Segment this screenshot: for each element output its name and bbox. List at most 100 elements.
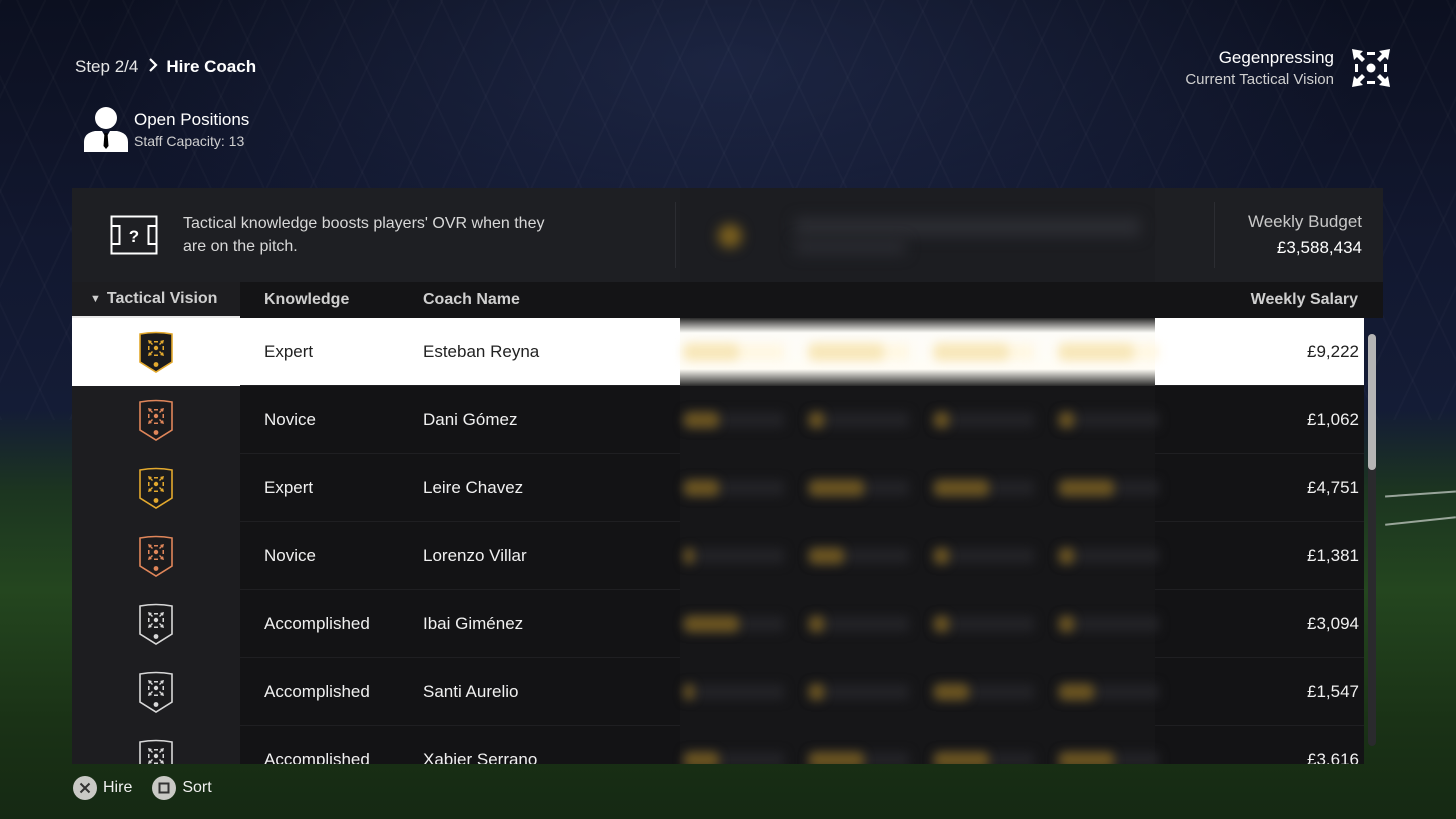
- weekly-budget-label: Weekly Budget: [1247, 212, 1362, 231]
- hidden-stat-fill: [1059, 344, 1134, 360]
- hidden-stat-fill: [809, 344, 884, 360]
- hidden-stat-bar: [934, 412, 1034, 428]
- hidden-stat-fill: [1059, 548, 1074, 564]
- hidden-stat-bar: [809, 752, 909, 764]
- scrollbar-thumb[interactable]: [1368, 334, 1376, 470]
- tactical-vision-badge-icon: [139, 331, 173, 373]
- hidden-stat-bar: [684, 344, 784, 360]
- hidden-stat-fill: [809, 616, 824, 632]
- hidden-stats-row: [680, 454, 1159, 522]
- gegenpressing-icon: [1352, 49, 1390, 87]
- tactical-vision-cell: [72, 386, 240, 454]
- hidden-stat-bar: [1059, 412, 1159, 428]
- hidden-stat-bar: [684, 752, 784, 764]
- square-button-icon: [152, 776, 177, 800]
- coach-knowledge: Expert: [264, 342, 314, 361]
- column-header-tactical-vision: Tactical Vision: [106, 290, 218, 307]
- hidden-stat-bar: [934, 752, 1034, 764]
- hidden-stats-row: [680, 386, 1159, 454]
- hidden-stat-fill: [1059, 480, 1114, 496]
- tactical-vision-cell: [72, 454, 240, 522]
- coach-salary: £1,381: [1307, 546, 1359, 565]
- coach-salary: £3,094: [1307, 614, 1359, 633]
- hire-button[interactable]: Hire: [73, 776, 132, 800]
- hidden-stat-bar: [684, 412, 784, 428]
- hidden-stat-fill: [809, 684, 824, 700]
- hidden-stat-bar: [1059, 752, 1159, 764]
- hidden-stats-row: [680, 590, 1159, 658]
- hidden-stat-bar: [1059, 684, 1159, 700]
- coach-knowledge: Expert: [264, 478, 314, 497]
- coach-knowledge: Novice: [264, 410, 316, 429]
- hidden-stat-track: [1059, 412, 1159, 428]
- hidden-stat-track: [809, 616, 909, 632]
- hidden-stat-fill: [684, 548, 694, 564]
- hidden-stat-fill: [684, 480, 719, 496]
- open-positions-title: Open Positions: [134, 109, 250, 129]
- staff-capacity: Staff Capacity: 13: [134, 132, 245, 149]
- coach-knowledge: Accomplished: [264, 682, 370, 701]
- coach-name: Leire Chavez: [423, 478, 524, 497]
- hidden-stat-track: [934, 616, 1034, 632]
- coach-name: Dani Gómez: [423, 410, 518, 429]
- hidden-stat-fill: [1059, 412, 1074, 428]
- tactical-vision-cell: [72, 590, 240, 658]
- hidden-stat-bar: [934, 344, 1034, 360]
- hidden-stat-bar: [934, 616, 1034, 632]
- tactic-label: Current Tactical Vision: [1185, 71, 1334, 88]
- hidden-stat-bar: [809, 344, 909, 360]
- hidden-stat-track: [809, 684, 909, 700]
- hidden-stat-bar: [809, 684, 909, 700]
- coach-knowledge: Accomplished: [264, 614, 370, 633]
- coach-name: Santi Aurelio: [423, 682, 519, 701]
- coach-name: Ibai Giménez: [423, 614, 524, 633]
- hidden-stat-track: [684, 684, 784, 700]
- cross-button-icon: [73, 776, 97, 800]
- hidden-stats-region: [680, 188, 1159, 764]
- hidden-stat-fill: [1059, 616, 1074, 632]
- hidden-stat-bar: [684, 548, 784, 564]
- hidden-stat-bar: [684, 684, 784, 700]
- pitch-marking: [1385, 490, 1456, 498]
- hire-label: Hire: [103, 779, 133, 796]
- hidden-stat-bar: [809, 616, 909, 632]
- tactic-name: Gegenpressing: [1218, 48, 1334, 67]
- hidden-stat-fill: [809, 548, 844, 564]
- tactical-vision-badge-icon: [139, 739, 173, 764]
- hidden-stat-bar: [1059, 480, 1159, 496]
- sort-tactical-vision-header[interactable]: ▼ Tactical Vision: [72, 282, 240, 318]
- hidden-header: [680, 188, 1155, 282]
- hidden-stat-fill: [684, 752, 719, 764]
- open-positions: Open Positions Staff Capacity: 13: [83, 106, 249, 152]
- hidden-stat-track: [934, 412, 1034, 428]
- hidden-stat-bar: [684, 480, 784, 496]
- hidden-stat-fill: [934, 344, 1009, 360]
- hidden-stat-track: [684, 548, 784, 564]
- hidden-stat-track: [934, 548, 1034, 564]
- tactical-vision-badge-icon: [139, 467, 173, 509]
- column-header-coach-name[interactable]: Coach Name: [423, 291, 520, 309]
- sort-descending-icon: ▼: [90, 293, 101, 305]
- column-header-knowledge[interactable]: Knowledge: [264, 291, 349, 309]
- hidden-stat-track: [1059, 616, 1159, 632]
- hidden-stats-row: [680, 658, 1159, 726]
- page-title: Hire Coach: [166, 57, 257, 76]
- hidden-stat-bar: [934, 548, 1034, 564]
- sort-button[interactable]: Sort: [152, 776, 212, 800]
- hidden-stat-fill: [934, 684, 969, 700]
- hidden-stat-bar: [809, 412, 909, 428]
- hidden-stat-bar: [684, 616, 784, 632]
- divider: [1214, 202, 1215, 268]
- coach-name: Xabier Serrano: [423, 750, 538, 764]
- hidden-stat-fill: [684, 684, 694, 700]
- column-header-weekly-salary[interactable]: Weekly Salary: [1251, 291, 1358, 309]
- breadcrumb: Step 2/4 Hire Coach: [75, 57, 256, 77]
- button-prompts: Hire Sort: [73, 776, 232, 800]
- hidden-stats-row: [680, 318, 1159, 386]
- scrollbar[interactable]: [1368, 334, 1376, 746]
- coach-salary: £4,751: [1307, 478, 1359, 497]
- tactical-vision-cell: [72, 318, 240, 386]
- hidden-stat-fill: [934, 480, 989, 496]
- hidden-stat-bar: [1059, 548, 1159, 564]
- hidden-text: [795, 240, 905, 254]
